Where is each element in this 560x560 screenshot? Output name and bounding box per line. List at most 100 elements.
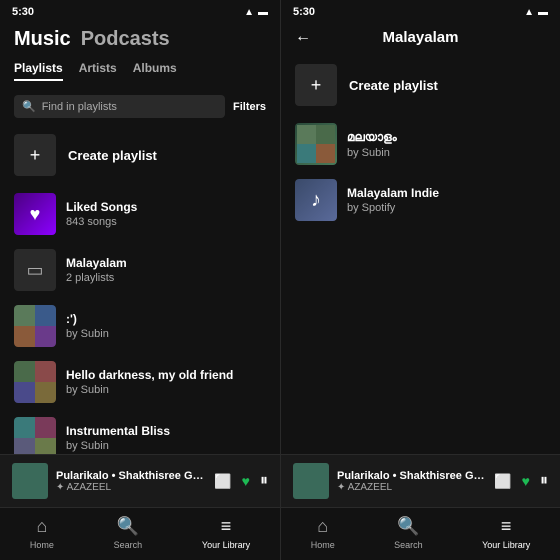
folder-icon: ▭ [26, 260, 43, 281]
home-label-right: Home [311, 540, 335, 550]
left-list: + Create playlist ♥ Liked Songs 843 song… [0, 124, 280, 454]
malayalam-indie-subtitle: by Spotify [347, 202, 546, 214]
nav-library-left[interactable]: ≡ Your Library [202, 516, 250, 550]
tab-artists[interactable]: Artists [79, 61, 117, 81]
list-item-malayalam-indie[interactable]: ♪ Malayalam Indie by Spotify [295, 172, 546, 228]
status-icons-right: ▲ ▬ [524, 7, 548, 18]
plus-icon-right: + [295, 64, 337, 106]
malayalam-indie-title: Malayalam Indie [347, 186, 546, 200]
list-item-liked-songs[interactable]: ♥ Liked Songs 843 songs [14, 186, 266, 242]
np-artist-right: ✦ AZAZEEL [337, 482, 486, 493]
battery-icon-left: ▬ [258, 7, 268, 18]
instrumental-title: Instrumental Bliss [66, 424, 266, 438]
malayalam-main-thumb [295, 123, 337, 165]
hello-darkness-title: Hello darkness, my old friend [66, 368, 266, 382]
podcasts-tab-label[interactable]: Podcasts [81, 28, 170, 51]
nav-home-left[interactable]: ⌂ Home [30, 516, 54, 550]
search-label-left: Search [114, 540, 143, 550]
cast-icon-right[interactable]: ⬜ [494, 473, 511, 490]
smiley-title: :') [66, 312, 266, 326]
battery-icon-right: ▬ [538, 7, 548, 18]
malayalam-folder-info: Malayalam 2 playlists [66, 256, 266, 284]
list-item-instrumental[interactable]: Instrumental Bliss by Subin [14, 410, 266, 454]
malayalam-indie-thumb: ♪ [295, 179, 337, 221]
wifi-icon-left: ▲ [244, 7, 254, 18]
np-thumb-right [293, 463, 329, 499]
smiley-info: :') by Subin [66, 312, 266, 340]
heart-icon-left[interactable]: ♥ [242, 473, 250, 489]
status-bar-right: 5:30 ▲ ▬ [281, 0, 560, 22]
hello-darkness-info: Hello darkness, my old friend by Subin [66, 368, 266, 396]
home-label-left: Home [30, 540, 54, 550]
heart-icon: ♥ [30, 204, 41, 225]
instrumental-info: Instrumental Bliss by Subin [66, 424, 266, 452]
bottom-nav-right: ⌂ Home 🔍 Search ≡ Your Library [281, 507, 560, 560]
music-note-icon: ♪ [311, 189, 321, 212]
search-input-wrapper[interactable]: 🔍 Find in playlists [14, 95, 225, 118]
status-icons-left: ▲ ▬ [244, 7, 268, 18]
np-info-right: Pularikalo • Shakthisree Gopalan ✦ AZAZE… [337, 470, 486, 493]
np-artist-left: ✦ AZAZEEL [56, 482, 206, 493]
right-panel-title: Malayalam [319, 29, 522, 46]
hello-darkness-subtitle: by Subin [66, 384, 266, 396]
library-icon-left: ≡ [221, 516, 232, 537]
search-icon: 🔍 [22, 100, 36, 113]
library-icon-right: ≡ [501, 516, 512, 537]
tab-playlists[interactable]: Playlists [14, 61, 63, 81]
heart-icon-right[interactable]: ♥ [522, 473, 530, 489]
right-header: ← Malayalam [281, 22, 560, 54]
liked-songs-title: Liked Songs [66, 200, 266, 214]
nav-search-right[interactable]: 🔍 Search [394, 516, 423, 550]
bottom-nav-left: ⌂ Home 🔍 Search ≡ Your Library [0, 507, 280, 560]
back-button[interactable]: ← [295, 28, 311, 46]
malayalam-folder-title: Malayalam [66, 256, 266, 270]
np-info-left: Pularikalo • Shakthisree Gopalan ✦ AZAZE… [56, 470, 206, 493]
nav-home-right[interactable]: ⌂ Home [311, 516, 335, 550]
nav-search-left[interactable]: 🔍 Search [114, 516, 143, 550]
search-nav-icon-left: 🔍 [117, 516, 139, 537]
status-time-left: 5:30 [12, 6, 34, 18]
search-label-right: Search [394, 540, 423, 550]
liked-songs-thumb: ♥ [14, 193, 56, 235]
filters-button[interactable]: Filters [233, 101, 266, 113]
tab-albums[interactable]: Albums [133, 61, 177, 81]
list-item-smiley[interactable]: :') by Subin [14, 298, 266, 354]
malayalam-main-info: മലയാളം by Subin [347, 130, 546, 159]
instrumental-subtitle: by Subin [66, 440, 266, 452]
liked-songs-subtitle: 843 songs [66, 216, 266, 228]
instrumental-thumb [14, 417, 56, 454]
status-time-right: 5:30 [293, 6, 315, 18]
np-thumb-left [12, 463, 48, 499]
home-icon-left: ⌂ [36, 516, 47, 537]
search-bar: 🔍 Find in playlists Filters [0, 89, 280, 124]
malayalam-main-subtitle: by Subin [347, 147, 546, 159]
smiley-subtitle: by Subin [66, 328, 266, 340]
pause-icon-left[interactable]: ⏸ [260, 472, 268, 490]
nav-library-right[interactable]: ≡ Your Library [482, 516, 530, 550]
plus-icon: + [14, 134, 56, 176]
now-playing-left[interactable]: Pularikalo • Shakthisree Gopalan ✦ AZAZE… [0, 454, 280, 507]
pause-icon-right[interactable]: ⏸ [540, 472, 548, 490]
list-item-hello-darkness[interactable]: Hello darkness, my old friend by Subin [14, 354, 266, 410]
create-playlist-row[interactable]: + Create playlist [14, 124, 266, 186]
cast-icon-left[interactable]: ⬜ [214, 473, 231, 490]
create-playlist-row-right[interactable]: + Create playlist [295, 54, 546, 116]
list-item-malayalam-main[interactable]: മലയാളം by Subin [295, 116, 546, 172]
np-title-right: Pularikalo • Shakthisree Gopalan [337, 470, 486, 482]
liked-songs-info: Liked Songs 843 songs [66, 200, 266, 228]
music-tab-label[interactable]: Music [14, 28, 71, 51]
right-panel: 5:30 ▲ ▬ ← Malayalam + Create playlist [280, 0, 560, 560]
library-label-right: Your Library [482, 540, 530, 550]
header-title-row: Music Podcasts [14, 28, 266, 51]
wifi-icon-right: ▲ [524, 7, 534, 18]
tabs-row: Playlists Artists Albums [14, 61, 266, 81]
malayalam-main-title: മലയാളം [347, 130, 546, 145]
library-label-left: Your Library [202, 540, 250, 550]
np-controls-right: ⬜ ♥ ⏸ [494, 472, 548, 490]
list-item-malayalam-folder[interactable]: ▭ Malayalam 2 playlists [14, 242, 266, 298]
now-playing-right[interactable]: Pularikalo • Shakthisree Gopalan ✦ AZAZE… [281, 454, 560, 507]
left-panel: 5:30 ▲ ▬ Music Podcasts Playlists Artist… [0, 0, 280, 560]
malayalam-folder-subtitle: 2 playlists [66, 272, 266, 284]
hello-darkness-thumb [14, 361, 56, 403]
header-left: Music Podcasts Playlists Artists Albums [0, 22, 280, 89]
